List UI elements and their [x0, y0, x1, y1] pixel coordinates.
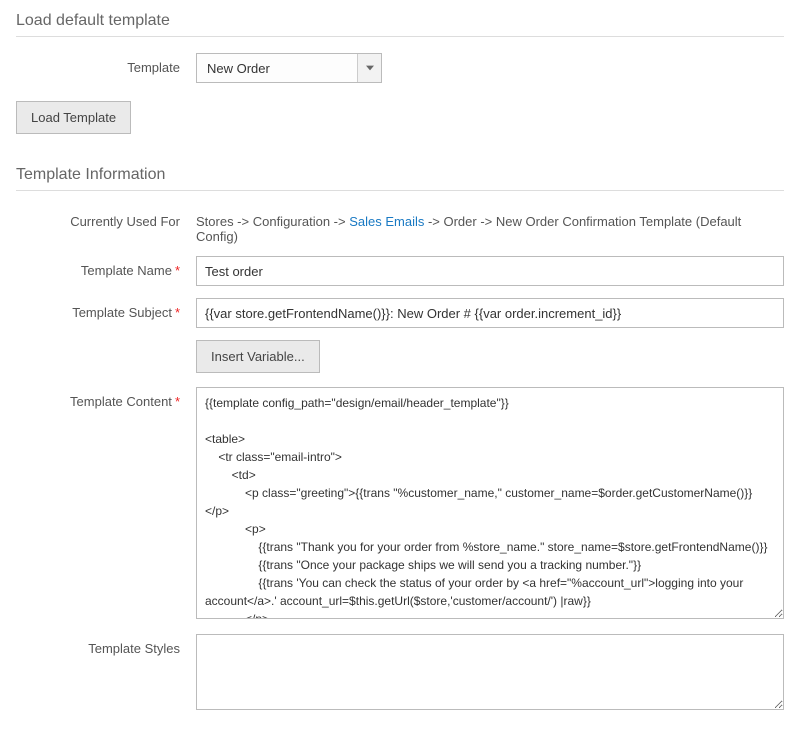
template-subject-input[interactable]	[196, 298, 784, 328]
load-default-template-section: Load default template Template New Order…	[16, 8, 784, 134]
required-icon: *	[175, 263, 180, 278]
template-styles-textarea[interactable]	[196, 634, 784, 710]
template-content-row: Template Content*	[16, 387, 784, 622]
chevron-down-icon	[357, 54, 381, 82]
template-styles-wrap	[196, 634, 784, 713]
template-content-textarea[interactable]	[196, 387, 784, 619]
template-content-label: Template Content*	[16, 387, 196, 409]
template-label: Template	[16, 53, 196, 75]
insert-variable-button[interactable]: Insert Variable...	[196, 340, 320, 373]
template-select-row: Template New Order	[16, 53, 784, 83]
breadcrumb-link-sales-emails[interactable]: Sales Emails	[349, 214, 424, 229]
template-subject-row: Template Subject*	[16, 298, 784, 328]
template-name-row: Template Name*	[16, 256, 784, 286]
load-template-button[interactable]: Load Template	[16, 101, 131, 134]
required-icon: *	[175, 394, 180, 409]
template-content-wrap	[196, 387, 784, 622]
template-select-wrap: New Order	[196, 53, 784, 83]
used-for-row: Currently Used For Stores -> Configurati…	[16, 207, 784, 244]
used-for-label: Currently Used For	[16, 207, 196, 229]
template-subject-wrap	[196, 298, 784, 328]
used-for-breadcrumb: Stores -> Configuration -> Sales Emails …	[196, 207, 784, 244]
breadcrumb-prefix: Stores -> Configuration ->	[196, 214, 349, 229]
template-name-wrap	[196, 256, 784, 286]
required-icon: *	[175, 305, 180, 320]
load-button-row: Load Template	[16, 101, 784, 134]
template-styles-label: Template Styles	[16, 634, 196, 656]
template-subject-label: Template Subject*	[16, 298, 196, 320]
template-select[interactable]: New Order	[196, 53, 382, 83]
template-select-value: New Order	[197, 61, 357, 76]
template-name-label: Template Name*	[16, 256, 196, 278]
insert-variable-row: Insert Variable...	[16, 340, 784, 373]
template-information-section: Template Information Currently Used For …	[16, 162, 784, 713]
section-title-info: Template Information	[16, 162, 784, 191]
template-styles-row: Template Styles	[16, 634, 784, 713]
template-name-input[interactable]	[196, 256, 784, 286]
section-title-load: Load default template	[16, 8, 784, 37]
